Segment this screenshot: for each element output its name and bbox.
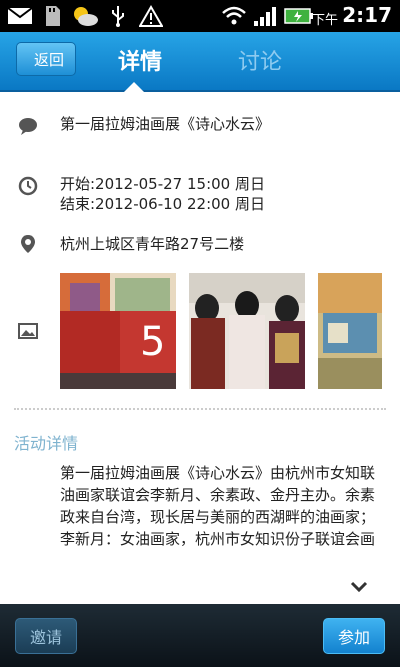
status-time: 2:17: [342, 3, 392, 27]
sd-card-icon: [42, 5, 64, 27]
warning-icon: [138, 5, 164, 27]
join-button-label: 参加: [337, 628, 370, 647]
event-title: 第一届拉姆油画展《诗心水云》: [60, 115, 271, 133]
event-detail-content: 第一届拉姆油画展《诗心水云》 开始:2012-05-27 15:00 周日 结束…: [0, 92, 400, 604]
clock-icon: [18, 176, 38, 196]
weather-icon: [70, 5, 100, 27]
tab-detail[interactable]: 详情: [118, 44, 162, 76]
header-bar: 返回 详情 讨论: [0, 32, 400, 92]
battery-icon: [284, 5, 314, 27]
tab-discuss[interactable]: 讨论: [238, 44, 282, 76]
join-button[interactable]: 参加: [323, 618, 385, 654]
chevron-down-icon[interactable]: [350, 578, 368, 597]
signal-icon: [252, 5, 278, 27]
event-start-time: 开始:2012-05-27 15:00 周日: [60, 175, 265, 193]
section-divider: [14, 408, 386, 410]
details-section-title: 活动详情: [14, 434, 79, 453]
invite-button-label: 邀请: [29, 628, 62, 647]
bottom-action-bar: 邀请 参加: [0, 604, 400, 667]
wifi-icon: [220, 5, 248, 27]
back-button-label: 返回: [33, 50, 64, 69]
event-photo-2[interactable]: [189, 273, 305, 389]
image-icon: [18, 322, 38, 342]
mail-icon: [6, 5, 34, 27]
tab-indicator: [124, 82, 144, 92]
comment-icon: [18, 116, 38, 136]
event-photo-3[interactable]: [318, 273, 382, 389]
invite-button[interactable]: 邀请: [15, 618, 77, 654]
event-description: 第一届拉姆油画展《诗心水云》由杭州市女知联油画家联谊会李新月、余素政、金丹主办。…: [60, 464, 376, 548]
location-pin-icon: [18, 234, 38, 254]
status-bar: 下午 2:17: [0, 0, 400, 32]
back-button[interactable]: 返回: [16, 42, 76, 76]
event-photo-1[interactable]: 5: [60, 273, 176, 389]
event-location[interactable]: 杭州上城区青年路27号二楼: [60, 234, 244, 254]
svg-text:5: 5: [140, 319, 165, 365]
status-ampm: 下午: [311, 13, 338, 28]
event-end-time: 结束:2012-06-10 22:00 周日: [60, 195, 265, 213]
usb-icon: [108, 5, 128, 27]
